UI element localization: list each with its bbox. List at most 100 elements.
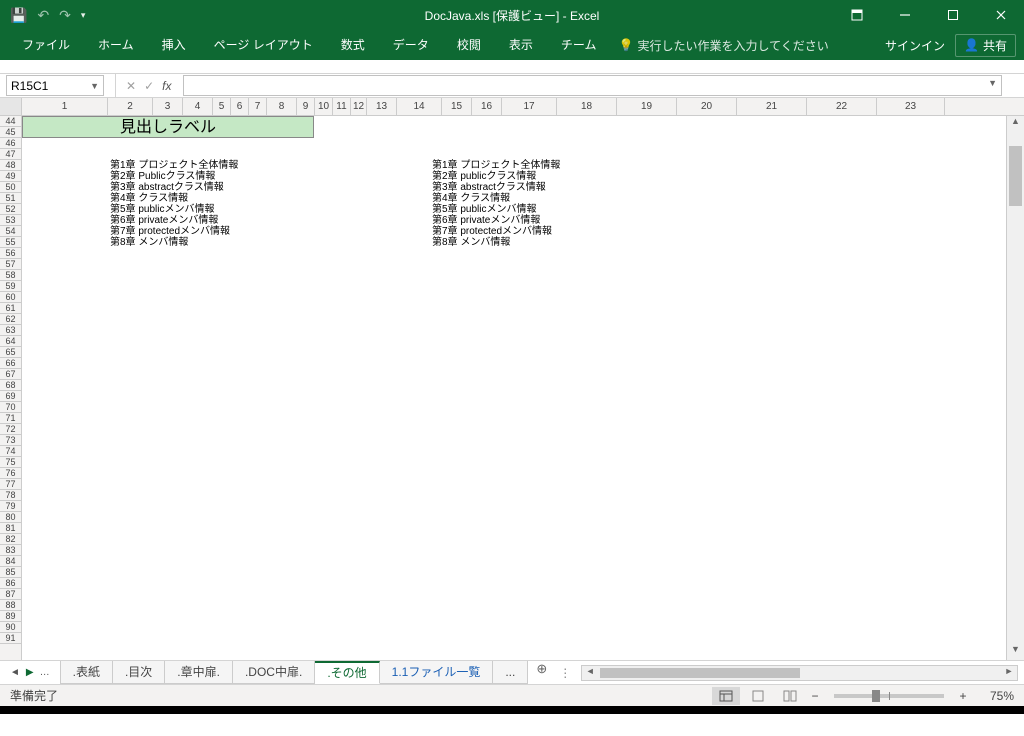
tab-home[interactable]: ホーム (84, 30, 148, 60)
sheet-nav-first-icon[interactable]: ◄ (10, 667, 20, 678)
qat-customize-icon[interactable]: ▾ (81, 10, 86, 21)
row-header[interactable]: 85 (0, 567, 21, 578)
row-header[interactable]: 54 (0, 226, 21, 237)
row-header[interactable]: 61 (0, 303, 21, 314)
chapter-item[interactable]: 第7章 protectedメンバ情報 (110, 226, 238, 237)
cancel-icon[interactable]: ✕ (126, 79, 136, 93)
tab-view[interactable]: 表示 (495, 30, 547, 60)
row-header[interactable]: 51 (0, 193, 21, 204)
expand-formula-icon[interactable]: ▼ (988, 78, 997, 88)
redo-icon[interactable]: ↷ (59, 7, 71, 24)
row-header[interactable]: 84 (0, 556, 21, 567)
tab-team[interactable]: チーム (547, 30, 611, 60)
chevron-down-icon[interactable]: ▼ (90, 81, 99, 91)
name-box[interactable]: R15C1 ▼ (6, 75, 104, 96)
vscroll-thumb[interactable] (1009, 146, 1022, 206)
row-header[interactable]: 76 (0, 468, 21, 479)
column-header[interactable]: 21 (737, 98, 807, 115)
chapter-item[interactable]: 第5章 publicメンバ情報 (432, 204, 560, 215)
row-header[interactable]: 86 (0, 578, 21, 589)
select-all-corner[interactable] (0, 98, 22, 115)
sheet-nav-more-icon[interactable]: … (40, 667, 50, 678)
scroll-right-icon[interactable]: ► (1001, 666, 1017, 676)
column-header[interactable]: 11 (333, 98, 351, 115)
sheet-tab-active[interactable]: .その他 (315, 661, 379, 684)
row-header[interactable]: 82 (0, 534, 21, 545)
formula-bar[interactable]: ▼ (183, 75, 1002, 96)
chapter-item[interactable]: 第1章 プロジェクト全体情報 (110, 160, 238, 171)
row-header[interactable]: 56 (0, 248, 21, 259)
row-header[interactable]: 77 (0, 479, 21, 490)
row-header[interactable]: 69 (0, 391, 21, 402)
signin-link[interactable]: サインイン (885, 37, 945, 54)
row-header[interactable]: 78 (0, 490, 21, 501)
column-header[interactable]: 16 (472, 98, 502, 115)
tab-data[interactable]: データ (379, 30, 443, 60)
share-button[interactable]: 👤 共有 (955, 34, 1016, 57)
row-header[interactable]: 65 (0, 347, 21, 358)
row-header[interactable]: 63 (0, 325, 21, 336)
zoom-slider-thumb[interactable] (872, 690, 880, 702)
row-header[interactable]: 70 (0, 402, 21, 413)
chapter-item[interactable]: 第3章 abstractクラス情報 (432, 182, 560, 193)
row-header[interactable]: 52 (0, 204, 21, 215)
scroll-up-icon[interactable]: ▲ (1007, 116, 1024, 132)
row-header[interactable]: 60 (0, 292, 21, 303)
column-header[interactable]: 22 (807, 98, 877, 115)
undo-icon[interactable]: ↶ (37, 7, 49, 24)
column-header[interactable]: 12 (351, 98, 367, 115)
row-header[interactable]: 89 (0, 611, 21, 622)
minimize-icon[interactable] (882, 0, 928, 30)
tab-split-handle[interactable]: ⋮ (555, 666, 575, 680)
zoom-level[interactable]: 75% (974, 689, 1014, 703)
column-header[interactable]: 17 (502, 98, 557, 115)
chapter-item[interactable]: 第4章 クラス情報 (432, 193, 560, 204)
scroll-left-icon[interactable]: ◄ (582, 666, 598, 676)
column-header[interactable]: 18 (557, 98, 617, 115)
chapter-item[interactable]: 第6章 privateメンバ情報 (432, 215, 560, 226)
tab-insert[interactable]: 挿入 (148, 30, 200, 60)
row-header[interactable]: 80 (0, 512, 21, 523)
row-header[interactable]: 75 (0, 457, 21, 468)
tab-pagelayout[interactable]: ページ レイアウト (200, 30, 327, 60)
column-header[interactable]: 9 (297, 98, 315, 115)
row-header[interactable]: 50 (0, 182, 21, 193)
column-header[interactable]: 20 (677, 98, 737, 115)
row-header[interactable]: 68 (0, 380, 21, 391)
column-header[interactable]: 5 (213, 98, 231, 115)
row-header[interactable]: 57 (0, 259, 21, 270)
row-header[interactable]: 81 (0, 523, 21, 534)
ribbon-display-icon[interactable] (834, 0, 880, 30)
column-header[interactable]: 15 (442, 98, 472, 115)
column-header[interactable]: 1 (22, 98, 108, 115)
row-header[interactable]: 44 (0, 116, 21, 127)
column-header[interactable]: 14 (397, 98, 442, 115)
row-header[interactable]: 66 (0, 358, 21, 369)
row-header[interactable]: 49 (0, 171, 21, 182)
sheet-tab[interactable]: 1.1ファイル一覧 (380, 661, 494, 684)
tab-review[interactable]: 校閲 (443, 30, 495, 60)
column-header[interactable]: 4 (183, 98, 213, 115)
chapter-item[interactable]: 第8章 メンバ情報 (432, 237, 560, 248)
row-header[interactable]: 48 (0, 160, 21, 171)
column-header[interactable]: 3 (153, 98, 183, 115)
horizontal-scrollbar[interactable]: ◄ ► (581, 665, 1018, 681)
row-header[interactable]: 74 (0, 446, 21, 457)
sheet-tab[interactable]: .目次 (113, 661, 165, 684)
save-icon[interactable]: 💾 (10, 7, 27, 24)
zoom-slider[interactable] (834, 694, 944, 698)
zoom-in-button[interactable]: + (956, 689, 970, 703)
chapter-item[interactable]: 第7章 protectedメンバ情報 (432, 226, 560, 237)
row-header[interactable]: 87 (0, 589, 21, 600)
row-header[interactable]: 79 (0, 501, 21, 512)
tell-me-search[interactable]: 💡 実行したい作業を入力してください (618, 37, 828, 54)
row-header[interactable]: 90 (0, 622, 21, 633)
chapter-item[interactable]: 第6章 privateメンバ情報 (110, 215, 238, 226)
row-header[interactable]: 88 (0, 600, 21, 611)
vertical-scrollbar[interactable]: ▲ ▼ (1006, 116, 1024, 660)
row-header[interactable]: 55 (0, 237, 21, 248)
row-header[interactable]: 53 (0, 215, 21, 226)
enter-icon[interactable]: ✓ (144, 79, 154, 93)
column-header[interactable]: 10 (315, 98, 333, 115)
cells-area[interactable]: 見出しラベル 第1章 プロジェクト全体情報第2章 Publicクラス情報第3章 … (22, 116, 1006, 660)
